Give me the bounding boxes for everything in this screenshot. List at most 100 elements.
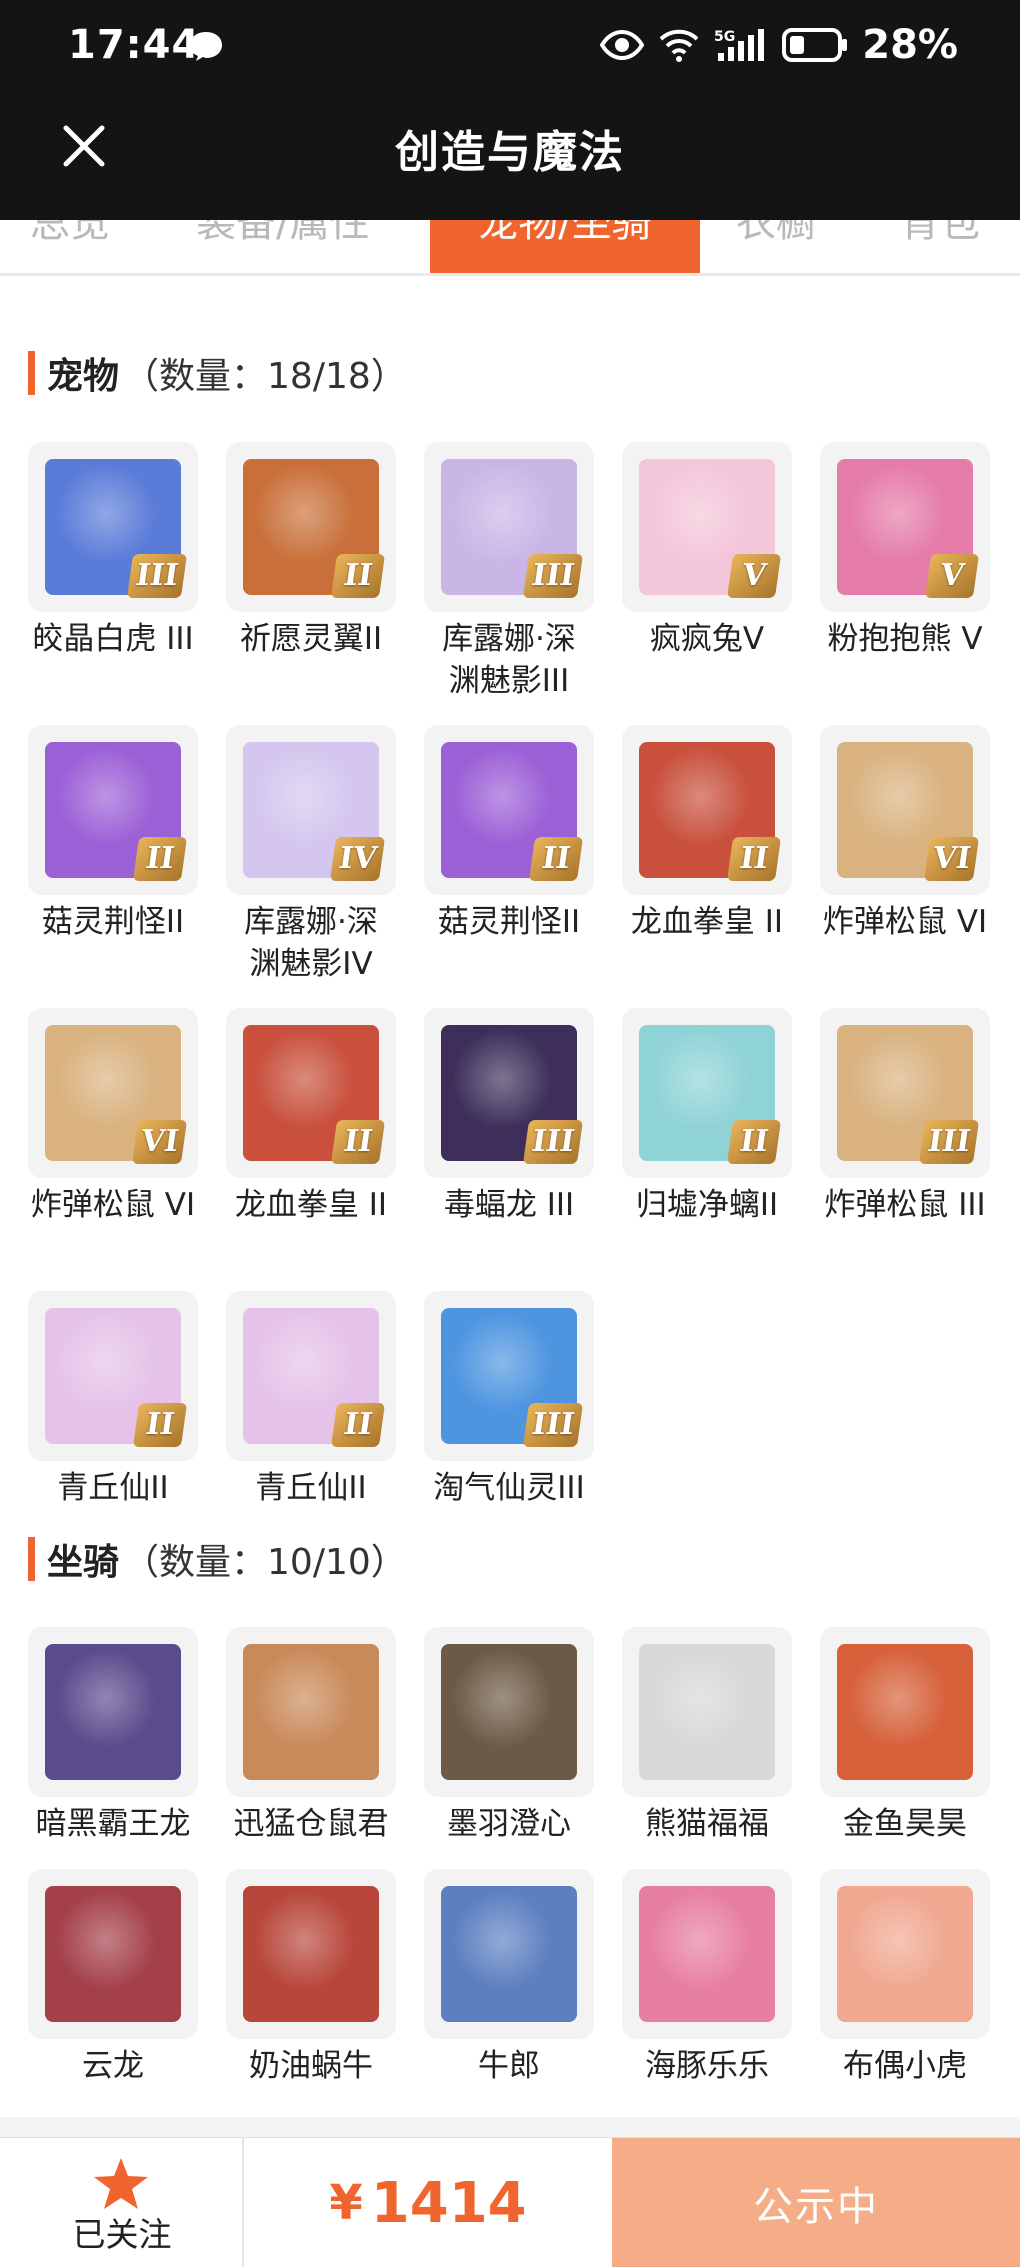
mounts-thumbnail [226,1869,396,2039]
mounts-section-title: 坐骑 [47,1542,120,1583]
pets-name: 粉抱抱熊 V [827,621,983,657]
pets-item[interactable]: II 祈愿灵翼II [226,442,396,725]
battery-percent: 28% [862,22,958,68]
pets-name: 毒蝠龙 III [443,1187,575,1223]
mounts-name: 墨羽澄心 [447,1806,571,1842]
tab-label: 总览 [30,220,110,246]
tab-overview[interactable]: 总览 [30,220,110,273]
bottom-action-bar: 已关注 ¥ 1414 公示中 [0,2137,1020,2267]
pets-section-header: 宠物 （数量：18/18） [28,350,407,397]
mounts-item[interactable]: 牛郎 [424,1869,594,2111]
cellular-5g-icon: 5G [714,29,765,61]
mounts-thumbnail [28,1869,198,2039]
pets-item[interactable]: III 库露娜·深 渊魅影III [424,442,594,725]
tier-badge: II [726,1120,782,1164]
follow-button[interactable]: 已关注 [0,2138,244,2267]
tier-badge: II [132,837,188,881]
mounts-name: 海豚乐乐 [645,2048,769,2084]
pets-item[interactable]: III 淘气仙灵III [424,1291,594,1574]
mounts-name: 牛郎 [478,2048,540,2084]
tier-badge: II [726,837,782,881]
tab-bar: 总览 装备/属性 宠物/坐骑 衣橱 背包 [0,220,1020,276]
price: ¥ 1414 [244,2138,612,2267]
tier-badge: III [126,554,188,598]
mounts-image [441,1644,577,1780]
pets-item[interactable]: II 青丘仙II [226,1291,396,1574]
pets-thumbnail: VI [28,1008,198,1178]
pets-item[interactable]: IV 库露娜·深 渊魅影IV [226,725,396,1008]
pets-name: 龙血拳皇 II [630,904,784,940]
tab-label: 衣橱 [736,220,816,246]
svg-text:5G: 5G [714,29,735,45]
wifi-icon [659,29,699,62]
pets-item[interactable]: VI 炸弹松鼠 VI [28,1008,198,1291]
mounts-item[interactable]: 金鱼昊昊 [820,1627,990,1869]
tab-pets-mounts[interactable]: 宠物/坐骑 [430,220,700,273]
pets-name: 库露娜·深 渊魅影III [442,621,576,699]
publicity-status-button[interactable]: 公示中 [612,2138,1020,2267]
pets-name: 炸弹松鼠 III [824,1187,986,1223]
pets-thumbnail: II [622,725,792,895]
pets-item[interactable]: V 疯疯兔V [622,442,792,725]
tier-badge: II [132,1403,188,1447]
pets-name: 炸弹松鼠 VI [822,904,988,940]
section-accent-bar [28,1537,35,1581]
mounts-image [243,1886,379,2022]
mounts-section-count: （数量：10/10） [123,1542,407,1583]
pets-thumbnail: IV [226,725,396,895]
pets-name: 疯疯兔V [649,621,765,657]
mounts-item[interactable]: 云龙 [28,1869,198,2111]
mounts-item[interactable]: 海豚乐乐 [622,1869,792,2111]
mounts-item[interactable]: 墨羽澄心 [424,1627,594,1869]
mounts-thumbnail [820,1627,990,1797]
pets-name: 炸弹松鼠 VI [30,1187,196,1223]
mounts-item[interactable]: 奶油蜗牛 [226,1869,396,2111]
tier-badge: V [726,554,782,598]
mounts-item[interactable]: 暗黑霸王龙 [28,1627,198,1869]
eye-icon [600,30,645,60]
pets-item[interactable]: II 归墟净螭II [622,1008,792,1291]
tab-equipment[interactable]: 装备/属性 [196,220,370,273]
pets-item[interactable]: II 菇灵荆怪II [28,725,198,1008]
mounts-image [441,1886,577,2022]
tab-label: 宠物/坐骑 [478,220,652,246]
tier-badge: III [522,554,584,598]
status-time: 17:44 [68,22,201,68]
pets-item[interactable]: II 青丘仙II [28,1291,198,1574]
pets-item[interactable]: II 龙血拳皇 II [226,1008,396,1291]
tier-badge: III [918,1120,980,1164]
tier-badge: V [924,554,980,598]
pets-item[interactable]: III 炸弹松鼠 III [820,1008,990,1291]
pets-item[interactable]: II 龙血拳皇 II [622,725,792,1008]
mounts-name: 金鱼昊昊 [843,1806,967,1842]
mounts-item[interactable]: 迅猛仓鼠君 [226,1627,396,1869]
pets-thumbnail: III [820,1008,990,1178]
pets-thumbnail: II [424,725,594,895]
pets-thumbnail: II [28,725,198,895]
pets-thumbnail: II [226,1008,396,1178]
pets-section-count: （数量：18/18） [123,356,407,397]
pets-item[interactable]: V 粉抱抱熊 V [820,442,990,725]
pets-thumbnail: II [226,1291,396,1461]
mounts-section-header: 坐骑 （数量：10/10） [28,1536,407,1583]
mounts-item[interactable]: 熊猫福福 [622,1627,792,1869]
chat-bubble-icon [190,32,222,61]
mounts-name: 奶油蜗牛 [249,2048,373,2084]
tab-label: 装备/属性 [196,220,370,246]
tier-badge: VI [131,1120,188,1164]
pets-item[interactable]: VI 炸弹松鼠 VI [820,725,990,1008]
pets-item[interactable]: III 毒蝠龙 III [424,1008,594,1291]
battery-icon [782,28,848,62]
mounts-image [45,1644,181,1780]
pets-thumbnail: III [424,1008,594,1178]
tab-wardrobe[interactable]: 衣橱 [736,220,816,273]
pets-item[interactable]: III 皎晶白虎 III [28,442,198,725]
tier-badge: II [330,554,386,598]
tab-backpack[interactable]: 背包 [900,220,980,273]
pets-name: 皎晶白虎 III [32,621,194,657]
star-icon [94,2158,148,2209]
pets-item[interactable]: II 菇灵荆怪II [424,725,594,1008]
mounts-item[interactable]: 布偶小虎 [820,1869,990,2111]
status-bar: 17:44 5G 28% [0,0,1020,100]
page-title: 创造与魔法 [395,127,625,178]
